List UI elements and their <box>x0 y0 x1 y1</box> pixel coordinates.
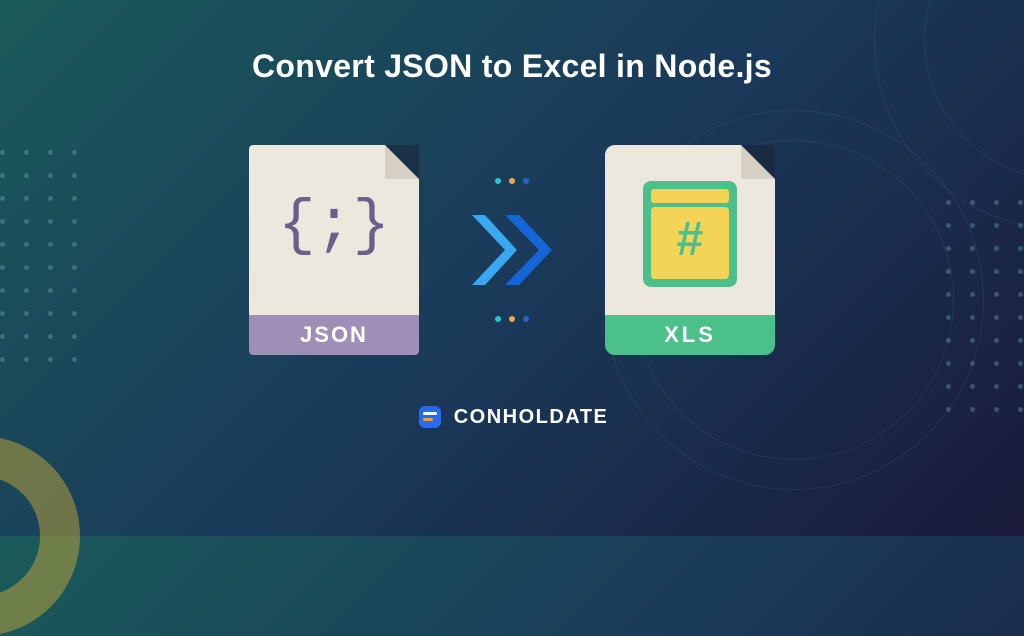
xls-label: XLS <box>605 315 775 355</box>
deco-dots-bottom <box>495 316 529 322</box>
json-file-icon: {;} JSON <box>249 145 419 355</box>
deco-dot-grid-left <box>0 150 78 362</box>
deco-dots-top <box>495 178 529 184</box>
double-chevron-icon <box>467 210 557 290</box>
deco-yellow-arc <box>0 436 80 636</box>
deco-dot-grid-right <box>946 200 1024 412</box>
brand-name: CONHOLDATE <box>454 406 609 429</box>
page-title: Convert JSON to Excel in Node.js <box>0 0 1024 85</box>
xls-spreadsheet-icon: # <box>643 181 737 287</box>
conversion-arrow <box>467 178 557 322</box>
hash-symbol: # <box>677 213 704 266</box>
xls-file-icon: # XLS <box>605 145 775 355</box>
json-fold-corner <box>385 145 419 179</box>
brand-logo-icon <box>416 403 444 431</box>
json-braces-symbol: {;} <box>249 195 419 257</box>
xls-fold-corner <box>741 145 775 179</box>
json-label: JSON <box>249 315 419 355</box>
